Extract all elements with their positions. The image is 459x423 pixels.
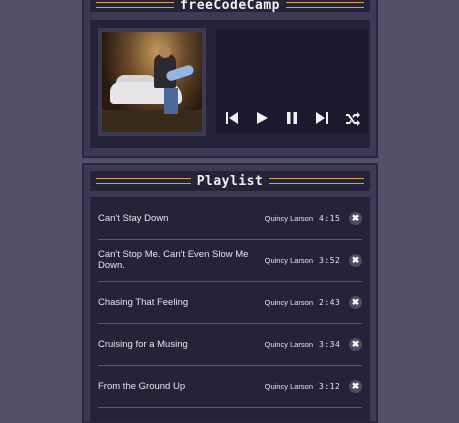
playlist-song[interactable]: Can't Stay Down Quincy Larson 4:15 ✖ [98,197,362,240]
song-artist: Quincy Larson [264,255,313,265]
delete-song-button[interactable]: ✖ [349,253,362,267]
song-duration: 3:52 [319,255,341,265]
player-controls [216,110,368,126]
song-duration: 2:43 [319,297,341,307]
song-duration: 3:34 [319,339,341,349]
song-artist: Quincy Larson [264,297,313,307]
song-title: Cruising for a Musing [98,338,188,350]
playlist-panel: Playlist Can't Stay Down Quincy Larson 4… [82,163,378,423]
playlist-title-bar: Playlist [90,171,370,191]
previous-button[interactable] [224,110,240,126]
album-art-ground [102,110,202,132]
song-duration: 4:15 [319,213,341,223]
delete-song-button[interactable]: ✖ [349,295,362,309]
playlist-songs: Can't Stay Down Quincy Larson 4:15 ✖ Can… [90,197,370,421]
song-duration: 3:12 [319,381,341,391]
playlist-song[interactable]: Chasing That Feeling Quincy Larson 2:43 … [98,281,362,324]
player-display [216,30,368,134]
playlist-song[interactable]: Can't Stop Me. Can't Even Slow Me Down. … [98,239,362,282]
pause-button[interactable] [284,110,300,126]
shuffle-button[interactable] [344,110,360,126]
song-title: From the Ground Up [98,380,186,392]
delete-song-button[interactable]: ✖ [349,337,362,351]
player-panel: freeCodeCamp [82,0,378,158]
song-artist: Quincy Larson [264,213,313,223]
player-title-bar: freeCodeCamp [90,0,370,13]
title-decoration-left [96,178,191,184]
song-artist: Quincy Larson [264,339,313,349]
title-decoration-right [269,178,364,184]
album-art-head [159,46,171,58]
album-art-frame [98,28,206,136]
delete-song-button[interactable]: ✖ [349,211,362,225]
shuffle-icon [346,112,360,126]
title-decoration-left [96,2,175,8]
album-art-legs [164,88,178,114]
playlist-title: Playlist [196,173,264,189]
pause-icon [287,112,297,124]
song-title: Chasing That Feeling [98,296,189,308]
delete-song-button[interactable]: ✖ [349,379,362,393]
player-title: freeCodeCamp [180,0,280,13]
previous-icon [226,112,238,124]
play-button[interactable] [254,110,270,126]
next-icon [316,112,328,124]
album-art [102,32,202,132]
playlist-song[interactable]: Cruising for a Musing Quincy Larson 3:34… [98,323,362,366]
play-icon [257,112,268,124]
player-content [90,20,370,148]
song-title: Can't Stay Down [98,212,169,224]
song-title: Can't Stop Me. Can't Even Slow Me Down. [98,249,249,271]
title-decoration-right [285,2,365,8]
song-artist: Quincy Larson [264,381,313,391]
next-button[interactable] [314,110,330,126]
playlist-song[interactable]: From the Ground Up Quincy Larson 3:12 ✖ [98,365,362,408]
